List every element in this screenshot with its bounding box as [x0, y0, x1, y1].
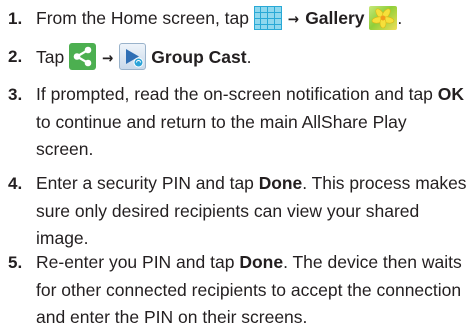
step-number: 4. — [8, 174, 23, 193]
step-text-part: screen. — [36, 139, 94, 159]
step-text: From the Home screen, tap → Gallery . — [36, 5, 467, 34]
step-text-part: sure only desired recipients can view yo… — [36, 200, 420, 221]
step-text: Tap → Group Cast. — [36, 43, 467, 73]
arrow-icon: → — [287, 10, 300, 28]
step-text-part: for other connected recipients to accept… — [36, 279, 462, 300]
done-label: Done — [258, 173, 303, 193]
gallery-icon — [369, 6, 398, 30]
step-text-part: From the Home screen, tap — [36, 8, 254, 28]
step-text-part: Enter a security PIN and tap — [36, 173, 259, 193]
apps-grid-icon — [253, 6, 282, 30]
step-text-part: . This process makes — [302, 173, 467, 193]
step-text: If prompted, read the on-screen notifica… — [36, 81, 467, 164]
step-text: Re-enter you PIN and tap Done. The devic… — [36, 249, 467, 332]
step-number: 3. — [8, 85, 23, 104]
done-label: Done — [239, 252, 284, 272]
step-text: Enter a security PIN and tap Done. This … — [36, 170, 467, 253]
step-number: 5. — [8, 253, 23, 272]
step-text-part: If prompted, read the on-screen notifica… — [36, 84, 438, 104]
step-text-part: . — [397, 8, 403, 28]
step-text-part: . The device then waits — [283, 252, 462, 272]
step-text-part: . — [246, 47, 252, 67]
step-number: 2. — [8, 47, 23, 66]
step-number: 1. — [8, 9, 23, 28]
group-cast-icon — [119, 43, 147, 70]
step-text-part: Tap — [36, 47, 70, 67]
instruction-list: 1. From the Home screen, tap → Gallery .… — [0, 0, 473, 334]
ok-label: OK — [437, 84, 465, 104]
arrow-icon: → — [102, 49, 114, 67]
step-text-part: Re-enter you PIN and tap — [36, 252, 240, 272]
step-text-part: to continue and return to the main AllSh… — [36, 111, 407, 132]
gallery-label: Gallery — [305, 8, 365, 28]
share-icon — [69, 43, 97, 70]
group-cast-label: Group Cast — [151, 47, 247, 67]
step-text-part: and enter the PIN on their screens. — [36, 307, 308, 327]
